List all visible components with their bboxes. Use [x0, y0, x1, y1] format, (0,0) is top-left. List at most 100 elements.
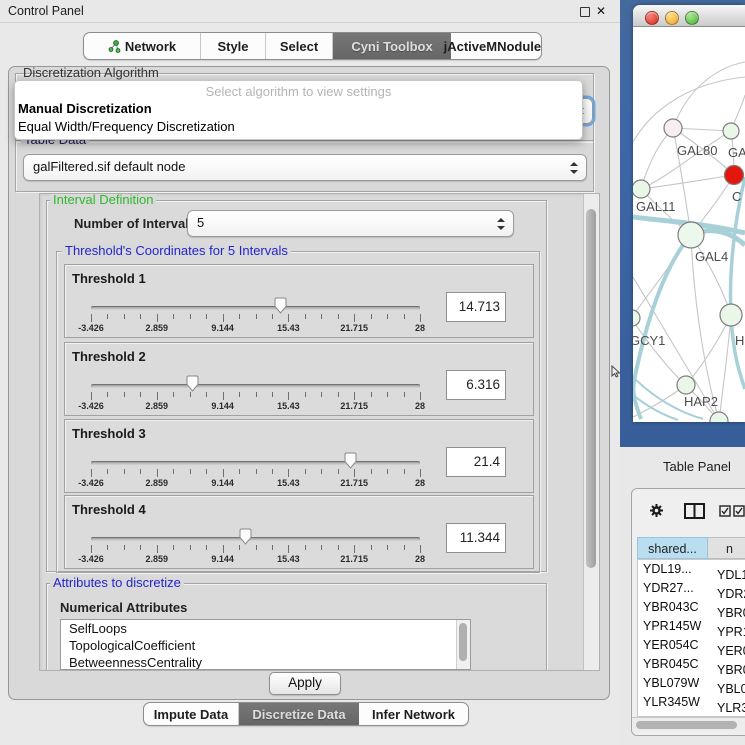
- network-node-c[interactable]: [725, 166, 744, 185]
- list-scrollbar[interactable]: [456, 620, 470, 669]
- threshold-value-field[interactable]: 14.713: [446, 292, 506, 322]
- table-row[interactable]: YDR27...YDR2: [638, 579, 745, 598]
- network-node-gal4[interactable]: [678, 222, 704, 248]
- slider-tick-labels: -3.4262.8599.14415.4321.71528: [91, 554, 420, 565]
- bottom-tab-bar: Impute Data Discretize Data Infer Network: [143, 702, 469, 726]
- column-header-shared-name[interactable]: shared...: [637, 537, 708, 559]
- tab-label: Select: [280, 39, 318, 54]
- slider-thumb[interactable]: [239, 528, 252, 545]
- control-panel-header: Control Panel ✕: [0, 0, 620, 23]
- numerical-attributes-list[interactable]: SelfLoopsTopologicalCoefficientBetweenne…: [60, 619, 471, 670]
- close-icon[interactable]: ✕: [596, 3, 606, 19]
- slider-ticks: [91, 469, 420, 478]
- tab-jactivemnodules[interactable]: jActiveMNodules: [451, 33, 541, 59]
- attribute-list-item[interactable]: BetweennessCentrality: [61, 654, 470, 670]
- attributes-title: Attributes to discretize: [50, 576, 184, 590]
- network-node-hap2[interactable]: [677, 376, 695, 394]
- threshold-label: Threshold 1: [72, 271, 146, 286]
- table-row[interactable]: YDL19...YDL1: [638, 560, 745, 579]
- table-row[interactable]: YER054CYER0: [638, 636, 745, 655]
- number-of-intervals-combo[interactable]: 5: [187, 210, 514, 237]
- slider-ticks: [91, 545, 420, 554]
- attribute-list-item[interactable]: SelfLoops: [61, 620, 470, 637]
- panel-scrollbar[interactable]: [583, 194, 599, 670]
- network-node-label: GAL4: [695, 249, 728, 264]
- tab-discretize-data[interactable]: Discretize Data: [239, 703, 359, 725]
- cell-shared-name: YDR27...: [638, 579, 709, 598]
- network-node-label: GAL11: [636, 199, 676, 214]
- network-node-ga[interactable]: [723, 123, 739, 139]
- threshold-value-field[interactable]: 21.4: [446, 447, 506, 477]
- table-h-scrollbar[interactable]: [632, 717, 745, 732]
- cell-shared-name: YER054C: [638, 636, 709, 655]
- checkbox-icon[interactable]: [733, 505, 745, 517]
- panel-scrollbar-thumb[interactable]: [586, 209, 596, 568]
- network-view-frame: GAL80GACGAL11GAL4GCY1HHAP2: [620, 0, 745, 447]
- table-row[interactable]: YBL079WYBL0: [638, 674, 745, 693]
- network-node-label: C: [732, 189, 741, 204]
- table-row[interactable]: YLR345WYLR3: [638, 693, 745, 712]
- threshold-panel-3: Threshold 3-3.4262.8599.14415.4321.71528…: [64, 419, 534, 493]
- threshold-value-field[interactable]: 6.316: [446, 370, 506, 400]
- table-h-scrollbar-thumb[interactable]: [636, 721, 737, 729]
- column-header-name[interactable]: n: [708, 537, 745, 559]
- attribute-list-item[interactable]: TopologicalCoefficient: [61, 637, 470, 654]
- slider-track[interactable]: [91, 384, 420, 388]
- slider-thumb[interactable]: [186, 375, 199, 392]
- gear-icon[interactable]: [649, 503, 664, 518]
- close-traffic-light[interactable]: [645, 11, 659, 25]
- minimize-traffic-light[interactable]: [665, 11, 679, 25]
- slider-thumb[interactable]: [274, 297, 287, 314]
- tab-label: Discretize Data: [252, 707, 345, 722]
- numerical-attributes-heading: Numerical Attributes: [60, 600, 187, 615]
- discretization-algorithm-title: Discretization Algorithm: [23, 65, 159, 80]
- slider-track[interactable]: [91, 306, 420, 310]
- table-data-value: galFiltered.sif default node: [33, 155, 185, 179]
- threshold-value-field[interactable]: 11.344: [446, 523, 506, 553]
- network-window: GAL80GACGAL11GAL4GCY1HHAP2: [633, 5, 745, 422]
- tab-infer-network[interactable]: Infer Network: [359, 703, 468, 725]
- tab-network[interactable]: Network: [84, 33, 201, 59]
- app-root: Control Panel ✕ Network Style Select Cyni T…: [0, 0, 745, 745]
- node-table-rows[interactable]: YDL19...YDL1YDR27...YDR2YBR043CYBR0YPR14…: [637, 559, 745, 717]
- cell-shared-name: YLR345W: [638, 693, 709, 712]
- algorithm-hint-option[interactable]: Select algorithm to view settings: [15, 84, 582, 99]
- slider-track[interactable]: [91, 537, 420, 541]
- table-data-combo[interactable]: galFiltered.sif default node: [23, 154, 587, 181]
- network-node-label: GCY1: [633, 333, 665, 348]
- split-columns-icon[interactable]: [684, 503, 705, 519]
- tab-style[interactable]: Style: [201, 33, 266, 59]
- checkbox-icon[interactable]: [719, 505, 731, 517]
- tab-label: Infer Network: [372, 707, 455, 722]
- tab-impute-data[interactable]: Impute Data: [144, 703, 239, 725]
- network-node-h[interactable]: [720, 304, 742, 326]
- threshold-label: Threshold 3: [72, 426, 146, 441]
- algorithm-option-equal-width[interactable]: Equal Width/Frequency Discretization: [18, 119, 235, 134]
- table-row[interactable]: YPR145WYPR1: [638, 617, 745, 636]
- float-window-icon[interactable]: [580, 7, 590, 17]
- tab-cyni-toolbox[interactable]: Cyni Toolbox: [333, 33, 451, 59]
- network-node-gal80[interactable]: [664, 119, 682, 137]
- threshold-label: Threshold 4: [72, 502, 146, 517]
- tab-select[interactable]: Select: [266, 33, 333, 59]
- network-graph: GAL80GACGAL11GAL4GCY1HHAP2: [633, 27, 745, 422]
- network-node-label: GA: [728, 145, 745, 160]
- threshold-panel-2: Threshold 2-3.4262.8599.14415.4321.71528…: [64, 342, 534, 416]
- tab-label: Style: [217, 39, 248, 54]
- slider-ticks: [91, 392, 420, 401]
- table-row[interactable]: YBR045CYBR0: [638, 655, 745, 674]
- slider-tick-labels: -3.4262.8599.14415.4321.71528: [91, 323, 420, 334]
- network-node-gal11[interactable]: [633, 180, 650, 198]
- slider-thumb[interactable]: [344, 452, 357, 469]
- slider-track[interactable]: [91, 461, 420, 465]
- tab-label: Cyni Toolbox: [351, 39, 432, 54]
- table-row[interactable]: YBR043CYBR0: [638, 598, 745, 617]
- node-table-card: shared... n YDL19...YDL1YDR27...YDR2YBR0…: [631, 488, 745, 736]
- network-canvas[interactable]: GAL80GACGAL11GAL4GCY1HHAP2: [633, 27, 745, 422]
- network-node-gcy1[interactable]: [633, 310, 640, 326]
- apply-button[interactable]: Apply: [269, 672, 341, 695]
- zoom-traffic-light[interactable]: [685, 11, 699, 25]
- control-panel-title: Control Panel: [8, 0, 84, 22]
- combo-arrows-icon: [570, 162, 578, 174]
- algorithm-option-manual[interactable]: Manual Discretization: [18, 101, 152, 116]
